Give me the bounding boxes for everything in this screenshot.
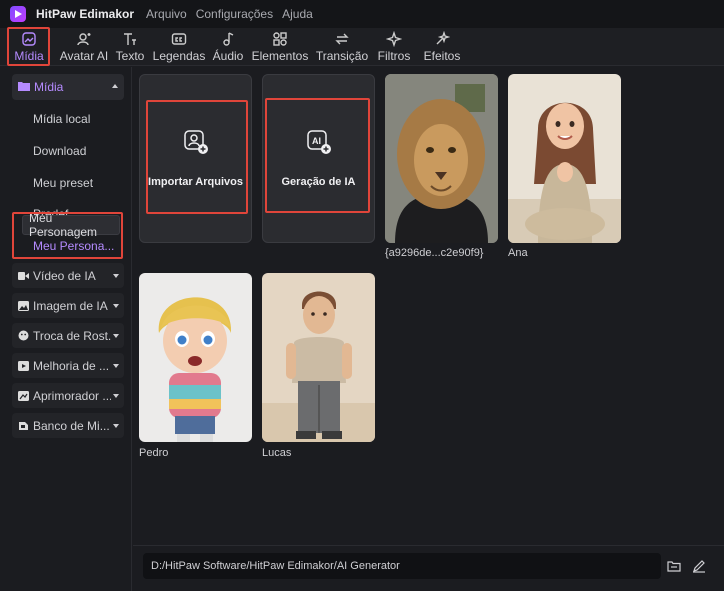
category-banco[interactable]: Banco de Mi... bbox=[12, 413, 124, 438]
category-label: Vídeo de IA bbox=[33, 268, 96, 283]
category-troca-rosto[interactable]: Troca de Rost... bbox=[12, 323, 124, 348]
pedro-image bbox=[139, 273, 252, 442]
title-bar: HitPaw Edimakor Arquivo Configurações Aj… bbox=[0, 0, 724, 28]
category-label: Aprimorador ... bbox=[33, 388, 111, 403]
menu-arquivo[interactable]: Arquivo bbox=[146, 7, 187, 21]
chevron-down-icon[interactable] bbox=[113, 304, 119, 308]
chevron-up-icon[interactable] bbox=[112, 84, 118, 88]
elements-icon bbox=[272, 31, 288, 47]
tab-avatar-ai[interactable]: Avatar AI bbox=[58, 28, 110, 66]
path-bar: D:/HitPaw Software/HitPaw Edimakor/AI Ge… bbox=[133, 545, 724, 591]
character-thumbnail-pedro[interactable] bbox=[139, 273, 252, 442]
sidebar-header-label: Mídia bbox=[34, 80, 64, 94]
menu-ajuda[interactable]: Ajuda bbox=[282, 7, 313, 21]
tab-midia[interactable]: Mídia bbox=[0, 28, 58, 66]
text-icon bbox=[122, 31, 138, 47]
lucas-image bbox=[262, 273, 375, 442]
tab-transicao[interactable]: Transição bbox=[312, 28, 372, 66]
caption-lucas: Lucas bbox=[262, 447, 292, 459]
caption-pedro: Pedro bbox=[139, 447, 169, 459]
menu-configuracoes[interactable]: Configurações bbox=[196, 7, 273, 21]
chevron-down-icon[interactable] bbox=[113, 394, 119, 398]
chevron-down-icon[interactable] bbox=[113, 274, 119, 278]
tab-label: Elementos bbox=[251, 49, 309, 63]
video-icon bbox=[18, 270, 29, 281]
tab-elementos[interactable]: Elementos bbox=[248, 28, 312, 66]
chevron-down-icon[interactable] bbox=[113, 424, 119, 428]
sidebar-header-midia[interactable]: Mídia bbox=[12, 74, 124, 100]
category-imagem-ia[interactable]: Imagem de IA bbox=[12, 293, 124, 318]
tab-label: Mídia bbox=[14, 49, 44, 63]
sidebar-item-download[interactable]: Download bbox=[33, 144, 86, 158]
tab-texto[interactable]: Texto bbox=[110, 28, 150, 66]
lion-image bbox=[385, 74, 498, 243]
avatar-icon bbox=[76, 31, 92, 47]
category-aprimorador[interactable]: Aprimorador ... bbox=[12, 383, 124, 408]
tab-label: Legendas bbox=[152, 49, 206, 63]
category-melhoria[interactable]: Melhoria de ... bbox=[12, 353, 124, 378]
tab-label: Transição bbox=[315, 49, 369, 63]
filters-icon bbox=[386, 31, 402, 47]
image-icon bbox=[18, 300, 29, 311]
face-swap-icon bbox=[18, 330, 29, 341]
tab-label: Áudio bbox=[212, 49, 244, 63]
ana-image bbox=[508, 74, 621, 243]
caption-lion: {a9296de...c2e90f9} bbox=[385, 247, 484, 259]
category-video-ia[interactable]: Vídeo de IA bbox=[12, 263, 124, 288]
main-toolbar: Mídia Avatar AI Texto Legendas Áudio Ele… bbox=[0, 28, 724, 66]
category-label: Banco de Mi... bbox=[33, 418, 110, 433]
tab-label: Avatar AI bbox=[59, 49, 109, 63]
tooltip: Meu Personagem bbox=[22, 211, 120, 239]
transition-icon bbox=[334, 31, 350, 47]
folder-icon bbox=[18, 80, 30, 94]
import-files-card[interactable]: Importar Arquivos bbox=[139, 74, 252, 243]
edit-pencil-icon[interactable] bbox=[691, 558, 707, 574]
enhancer-icon bbox=[18, 390, 29, 401]
folder-open-icon[interactable] bbox=[666, 558, 682, 574]
tab-label: Texto bbox=[115, 49, 145, 63]
sidebar-item-midia-local[interactable]: Mídia local bbox=[33, 112, 90, 126]
audio-icon bbox=[220, 31, 236, 47]
captions-icon bbox=[171, 31, 187, 47]
tab-efeitos[interactable]: Efeitos bbox=[416, 28, 468, 66]
category-label: Imagem de IA bbox=[33, 298, 108, 313]
tab-filtros[interactable]: Filtros bbox=[372, 28, 416, 66]
media-grid: Importar Arquivos AI Geração de IA {a929… bbox=[133, 67, 724, 545]
sidebar-item-meu-personagem[interactable]: Meu Persona... bbox=[33, 239, 114, 253]
ai-generation-label: Geração de IA bbox=[281, 176, 356, 188]
tab-audio[interactable]: Áudio bbox=[208, 28, 248, 66]
enhance-icon bbox=[18, 360, 29, 371]
chevron-down-icon[interactable] bbox=[113, 334, 119, 338]
sidebar-item-meu-preset[interactable]: Meu preset bbox=[33, 176, 93, 190]
character-thumbnail-lion[interactable] bbox=[385, 74, 498, 243]
svg-text:AI: AI bbox=[312, 136, 321, 146]
ai-generate-icon: AI bbox=[306, 129, 332, 158]
tab-label: Efeitos bbox=[423, 49, 461, 63]
caption-ana: Ana bbox=[508, 247, 528, 259]
import-files-label: Importar Arquivos bbox=[148, 176, 243, 188]
chevron-down-icon[interactable] bbox=[113, 364, 119, 368]
effects-icon bbox=[434, 31, 450, 47]
ai-generation-card[interactable]: AI Geração de IA bbox=[262, 74, 375, 243]
sidebar: Mídia Mídia local Download Meu preset Pr… bbox=[0, 67, 132, 591]
bank-icon bbox=[18, 420, 29, 431]
category-label: Melhoria de ... bbox=[33, 358, 110, 373]
import-person-icon bbox=[183, 129, 209, 158]
category-label: Troca de Rost... bbox=[33, 328, 111, 343]
app-name: HitPaw Edimakor bbox=[36, 7, 135, 21]
app-logo-icon bbox=[10, 6, 26, 22]
save-path-field[interactable]: D:/HitPaw Software/HitPaw Edimakor/AI Ge… bbox=[143, 553, 661, 579]
character-thumbnail-ana[interactable] bbox=[508, 74, 621, 243]
tab-legendas[interactable]: Legendas bbox=[150, 28, 208, 66]
media-icon bbox=[21, 31, 37, 47]
tab-label: Filtros bbox=[377, 49, 411, 63]
character-thumbnail-lucas[interactable] bbox=[262, 273, 375, 442]
